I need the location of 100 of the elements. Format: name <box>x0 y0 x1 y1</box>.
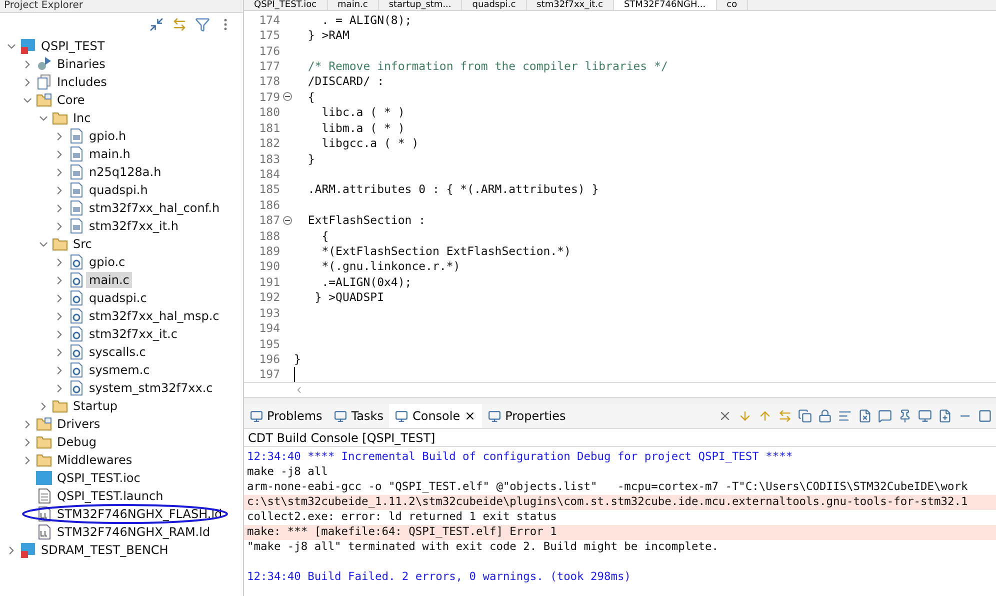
file-icon <box>70 182 82 198</box>
tree-item[interactable]: Middlewares <box>54 452 136 468</box>
view-icon <box>488 410 502 422</box>
copy-icon[interactable] <box>798 409 812 423</box>
tree-item[interactable]: quadspi.h <box>86 182 151 198</box>
new-page-icon[interactable] <box>938 409 952 423</box>
code-line: ExtFlashSection : <box>306 213 426 228</box>
tree-item[interactable]: QSPI_TEST.ioc <box>54 470 144 486</box>
file-icon <box>70 272 82 288</box>
editor-tab[interactable]: STM32F746NGH... <box>614 0 717 10</box>
code-line: .ARM.attributes 0 : { *(.ARM.attributes) } <box>306 182 599 196</box>
tree-item[interactable]: n25q128a.h <box>86 164 164 180</box>
file-icon <box>70 362 82 378</box>
project-icon <box>20 38 36 54</box>
tree-item[interactable]: Src <box>70 236 95 252</box>
monitor-icon[interactable] <box>918 409 932 423</box>
tree-item[interactable]: gpio.h <box>86 128 130 144</box>
message-icon[interactable] <box>878 409 892 423</box>
line-number: 184 <box>258 166 280 181</box>
file-icon <box>70 218 82 234</box>
code-line: } >QUADSPI <box>314 290 384 304</box>
editor-tab[interactable]: stm32f7xx_it.c <box>526 0 614 10</box>
tree-item[interactable]: gpio.c <box>86 254 128 270</box>
tree-item[interactable]: QSPI_TEST <box>38 38 108 54</box>
lock-icon[interactable] <box>818 409 832 423</box>
line-number: 194 <box>258 321 280 336</box>
line-number: 196 <box>258 352 280 366</box>
line-number: 178 <box>258 74 280 88</box>
view-tab[interactable]: Properties <box>482 404 572 428</box>
tree-item[interactable]: stm32f7xx_it.h <box>86 218 182 234</box>
view-tab[interactable]: Problems <box>244 404 328 428</box>
tree-item[interactable]: main.h <box>86 146 134 162</box>
tree-item[interactable]: stm32f7xx_it.c <box>86 326 180 342</box>
tree-item[interactable]: STM32F746NGHX_RAM.ld <box>54 524 214 540</box>
view-icon <box>334 410 348 422</box>
file-icon <box>70 200 82 216</box>
code-line: . = ALIGN(8); <box>320 12 412 27</box>
pin-icon[interactable] <box>898 409 912 423</box>
file-icon <box>38 488 50 504</box>
folder-icon <box>36 453 52 467</box>
line-number: 176 <box>258 44 280 58</box>
terminate-icon[interactable] <box>718 409 732 423</box>
code-line: } <box>294 352 301 366</box>
code-line: libc.a ( * ) <box>320 105 405 120</box>
editor-tab[interactable]: co <box>716 0 748 10</box>
line-number: 182 <box>258 136 280 150</box>
lines-icon[interactable] <box>838 409 852 423</box>
tree-item[interactable]: SDRAM_TEST_BENCH <box>38 542 172 558</box>
file-icon <box>70 146 82 162</box>
file-icon <box>70 308 82 324</box>
tree-item[interactable]: quadspi.c <box>86 290 150 306</box>
tree-item[interactable]: Inc <box>70 110 94 126</box>
line-number: 177 <box>258 58 280 73</box>
tree-item[interactable]: Binaries <box>54 56 108 72</box>
console-title: CDT Build Console [QSPI_TEST] <box>244 429 996 447</box>
binaries-icon <box>36 56 52 72</box>
collapse-all-icon[interactable] <box>149 16 164 32</box>
line-number: 181 <box>258 120 280 135</box>
tree-item[interactable]: syscalls.c <box>86 344 149 360</box>
code-line: libm.a ( * ) <box>320 120 405 135</box>
file-icon <box>70 164 82 180</box>
line-number: 186 <box>258 198 280 212</box>
file-icon <box>70 128 82 144</box>
link-icon[interactable] <box>172 16 187 32</box>
file-icon <box>70 326 82 342</box>
fold-icon[interactable] <box>282 216 292 225</box>
tree-item[interactable]: Includes <box>54 74 110 90</box>
close-icon[interactable] <box>464 410 476 422</box>
clear-icon[interactable] <box>858 409 872 423</box>
file-icon <box>70 344 82 360</box>
file-icon <box>70 380 82 396</box>
line-number: 180 <box>258 105 280 120</box>
tree-item[interactable]: sysmem.c <box>86 362 153 378</box>
maximize-icon[interactable] <box>978 409 992 423</box>
tree-item[interactable]: system_stm32f7xx.c <box>86 380 216 396</box>
tree-item[interactable]: main.c <box>86 272 132 288</box>
file-icon <box>38 524 50 540</box>
tree-item[interactable]: Drivers <box>54 416 104 432</box>
tree-item[interactable]: Debug <box>54 434 100 450</box>
console-line: make -j8 all <box>247 465 328 478</box>
console-line: collect2.exe: error: ld returned 1 exit status <box>247 510 557 523</box>
line-number: 197 <box>258 367 280 382</box>
code-line: /DISCARD/ : <box>306 74 384 88</box>
folder-icon <box>52 111 68 125</box>
line-number: 183 <box>258 152 280 166</box>
view-tab[interactable]: Console <box>389 404 482 428</box>
tree-item[interactable]: stm32f7xx_hal_msp.c <box>86 308 222 324</box>
folder-icon <box>52 399 68 413</box>
line-number: 187 <box>258 213 280 228</box>
code-line: *(ExtFlashSection ExtFlashSection.*) <box>320 244 571 258</box>
tree-item[interactable]: Startup <box>70 398 121 414</box>
folder-icon <box>52 237 68 251</box>
view-icon <box>250 410 263 422</box>
tree-item[interactable]: Core <box>54 92 88 108</box>
editor-tab[interactable]: main.c <box>328 0 379 10</box>
view-tab[interactable]: Tasks <box>328 404 390 428</box>
filter-icon[interactable] <box>195 16 210 32</box>
tree-item[interactable]: QSPI_TEST.launch <box>54 488 166 504</box>
fold-icon[interactable] <box>282 92 292 102</box>
tree-item[interactable]: stm32f7xx_hal_conf.h <box>86 200 223 216</box>
